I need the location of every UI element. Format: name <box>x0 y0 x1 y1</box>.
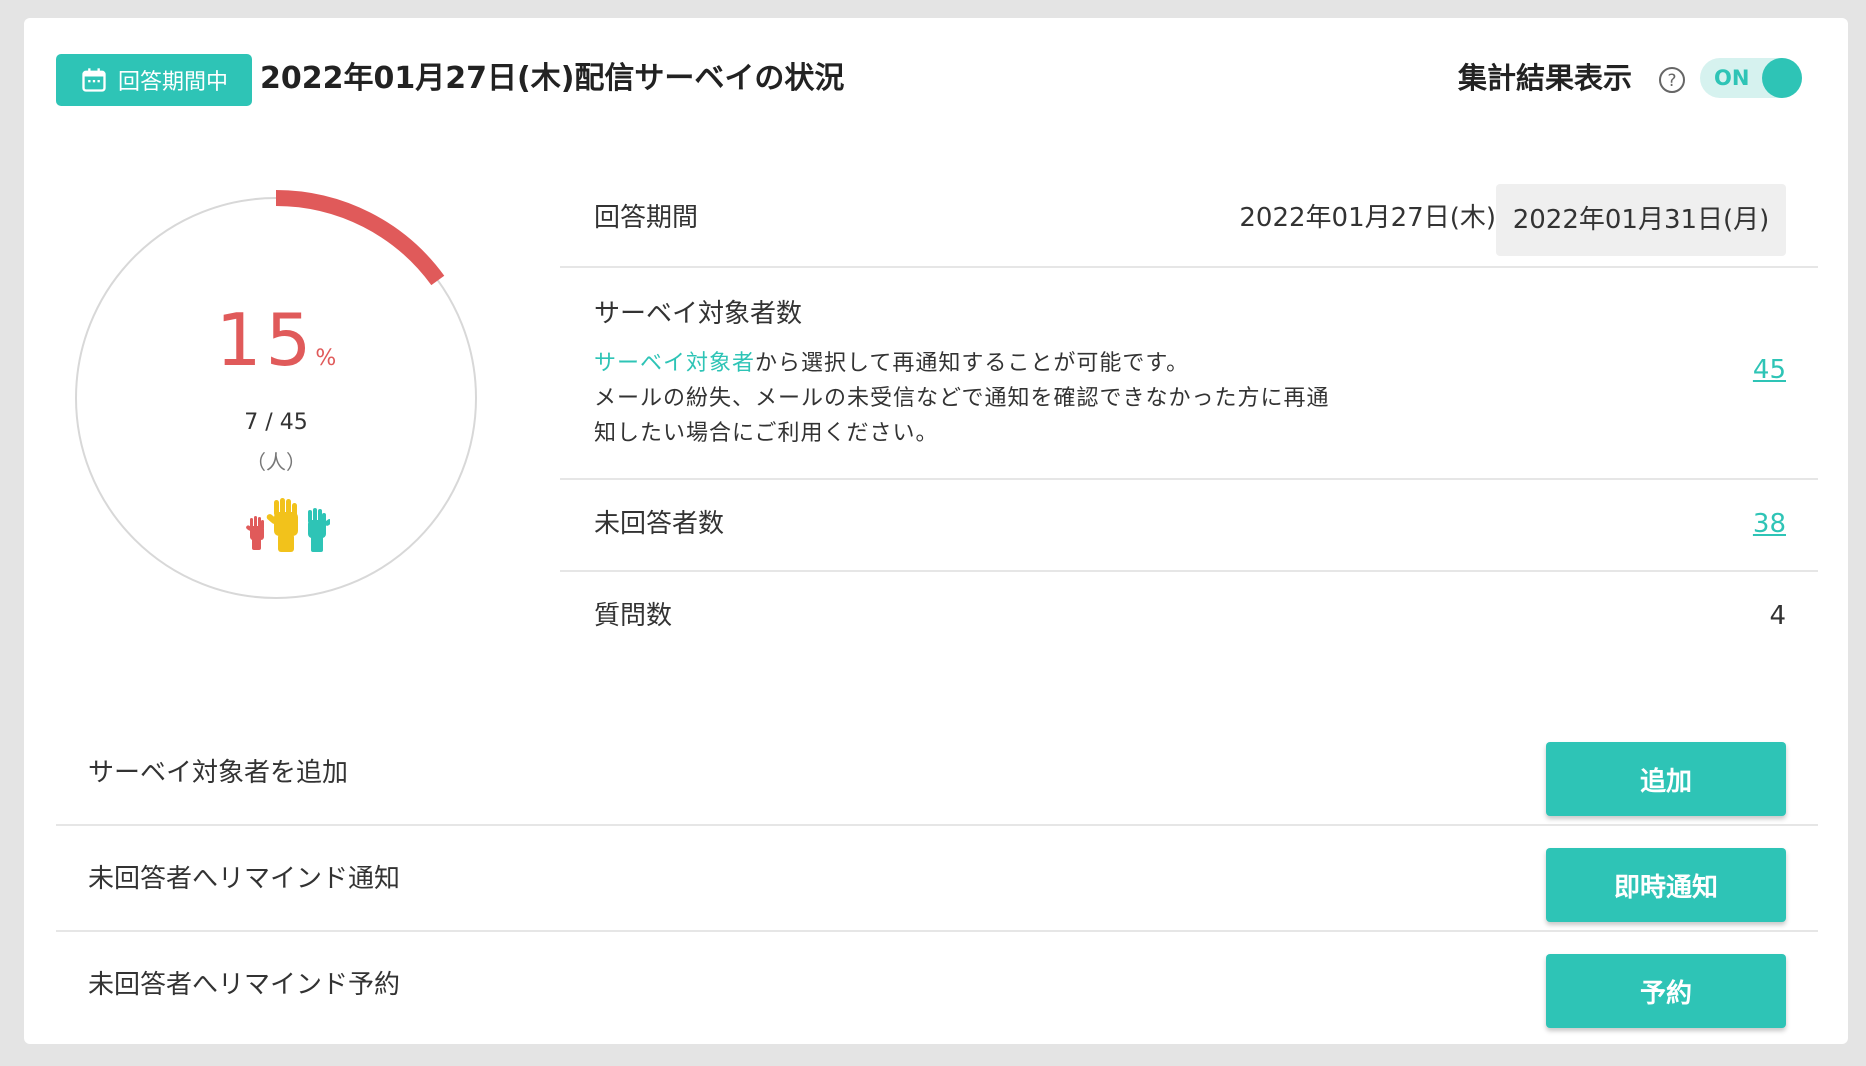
toggle-knob <box>1762 58 1802 98</box>
remind-schedule-button[interactable]: 予約 <box>1546 954 1786 1028</box>
remind-now-button[interactable]: 即時通知 <box>1546 848 1786 922</box>
target-desc-line1: から選択して再通知することが可能です。 <box>755 351 1190 376</box>
target-count-label: サーベイ対象者数 <box>594 299 803 329</box>
target-description: サーベイ対象者から選択して再通知することが可能です。 メールの紛失、メールの未受… <box>594 346 1424 451</box>
status-badge-label: 回答期間中 <box>117 70 228 95</box>
svg-text:?: ? <box>1667 71 1676 91</box>
gauge-percent: 15% <box>66 298 486 382</box>
page-title: 2022年01月27日(木)配信サーベイの状況 <box>260 61 845 96</box>
period-start: 2022年01月27日(木) <box>1239 203 1496 233</box>
period-row: 回答期間 2022年01月27日(木) ~ 2022年01月31日(月) <box>560 166 1818 268</box>
gauge-percent-value: 15 <box>215 298 316 382</box>
raised-hands-icon <box>246 498 330 552</box>
gauge-count: 7 / 45 <box>244 410 308 435</box>
summary-toggle-label: 集計結果表示 <box>1457 61 1632 95</box>
calendar-icon <box>82 68 106 92</box>
remind-schedule-label: 未回答者へリマインド予約 <box>88 970 401 1000</box>
toggle-state-label: ON <box>1714 66 1750 90</box>
remind-schedule-row: 未回答者へリマインド予約 予約 <box>56 932 1818 1038</box>
period-label: 回答期間 <box>594 203 699 233</box>
gauge-percent-unit: % <box>315 346 337 371</box>
question-count-value: 4 <box>1769 601 1786 631</box>
target-list-link[interactable]: サーベイ対象者 <box>594 351 755 376</box>
survey-info-table: 回答期間 2022年01月27日(木) ~ 2022年01月31日(月) サーベ… <box>560 166 1818 664</box>
unanswered-count-link[interactable]: 38 <box>1753 504 1786 544</box>
red-hand-icon <box>246 516 264 550</box>
target-desc-line2: メールの紛失、メールの未受信などで通知を確認できなかった方に再通 <box>594 386 1330 411</box>
summary-toggle[interactable]: ON <box>1700 58 1802 98</box>
add-target-label: サーベイ対象者を追加 <box>88 758 349 788</box>
unanswered-count-label: 未回答者数 <box>594 509 725 539</box>
remind-now-label: 未回答者へリマインド通知 <box>88 864 401 894</box>
target-count-link[interactable]: 45 <box>1753 350 1786 390</box>
yellow-hand-icon <box>266 498 298 552</box>
add-target-row: サーベイ対象者を追加 追加 <box>56 720 1818 826</box>
survey-status-card: 回答期間中 2022年01月27日(木)配信サーベイの状況 集計結果表示 ? O… <box>24 18 1848 1044</box>
remind-now-row: 未回答者へリマインド通知 即時通知 <box>56 826 1818 932</box>
period-end-field[interactable]: 2022年01月31日(月) <box>1496 184 1786 256</box>
add-target-button[interactable]: 追加 <box>1546 742 1786 816</box>
status-badge: 回答期間中 <box>56 54 252 106</box>
question-count-label: 質問数 <box>594 601 673 631</box>
actions-list: サーベイ対象者を追加 追加 未回答者へリマインド通知 即時通知 未回答者へリマイ… <box>56 720 1818 1038</box>
response-rate-gauge: 15% 7 / 45 （人） <box>66 188 486 608</box>
target-count-row: サーベイ対象者数 サーベイ対象者から選択して再通知することが可能です。 メールの… <box>560 268 1818 480</box>
teal-hand-icon <box>308 508 330 552</box>
gauge-unit: （人） <box>246 450 306 474</box>
question-circle-icon[interactable]: ? <box>1658 66 1686 94</box>
unanswered-count-row: 未回答者数 38 <box>560 480 1818 572</box>
target-desc-line3: 知したい場合にご利用ください。 <box>594 421 939 446</box>
question-count-row: 質問数 4 <box>560 572 1818 664</box>
gauge-progress-arc <box>275 190 445 286</box>
